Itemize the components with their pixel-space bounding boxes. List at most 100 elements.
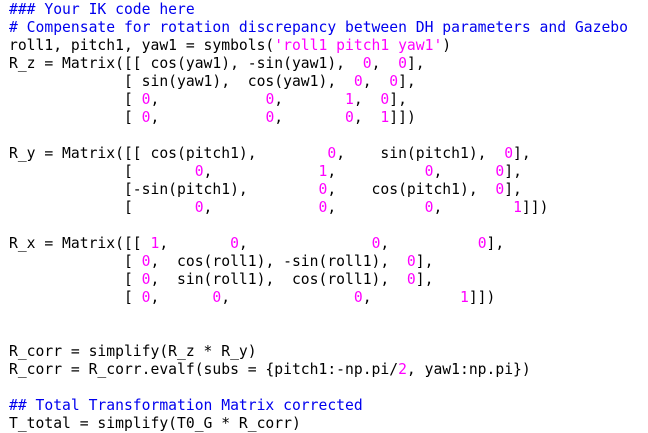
code-token-string: 'roll1 pitch1 yaw1' [274,37,443,54]
code-line: R_x = Matrix([[ 1, 0, 0, 0], [9,235,648,253]
code-token-number: 0 [327,145,337,162]
code-token-plain: roll1, pitch1, yaw1 = symbols( [9,37,275,54]
code-line: [ 0, 1, 0, 0], [9,163,648,181]
code-token-plain: , [327,199,425,216]
code-token-plain: , [353,91,381,108]
code-token-plain: [ [9,109,142,126]
code-token-number: 1 [380,109,390,126]
code-token-plain: , [362,73,390,90]
code-line: ## Total Transformation Matrix corrected [9,397,648,415]
code-token-number: 0 [406,253,416,270]
code-token-plain: [ [9,253,142,270]
code-line: [ 0, cos(roll1), -sin(roll1), 0], [9,253,648,271]
code-token-plain: ], [415,253,434,270]
code-token-plain: R_corr = simplify(R_z * R_y) [9,343,257,360]
code-token-number: 1 [345,91,354,108]
code-token-plain: [ [9,289,142,306]
code-token-plain: , [380,235,478,252]
code-line: roll1, pitch1, yaw1 = symbols('roll1 pit… [9,37,648,55]
code-token-plain: R_z = Matrix([[ cos(yaw1), -sin(yaw1), [9,55,363,72]
code-token-number: 1 [460,289,469,306]
code-token-plain: ], [415,271,434,288]
code-token-number: 0 [194,199,204,216]
code-token-number: 1 [150,235,160,252]
code-token-plain: , [274,91,346,108]
code-token-plain: , [221,289,354,306]
code-line: T_total = simplify(T0_G * R_corr) [9,415,648,433]
code-token-plain: R_x = Matrix([[ [9,235,151,252]
code-token-plain: [ [9,199,195,216]
code-line: R_z = Matrix([[ cos(yaw1), -sin(yaw1), 0… [9,55,648,73]
code-token-number: 0 [398,55,407,72]
code-token-plain: ]]) [521,199,549,216]
code-token-comment: # Compensate for rotation discrepancy be… [9,19,628,36]
code-token-plain: , [433,163,496,180]
code-token-plain: ], [486,235,505,252]
code-token-plain: R_y = Matrix([[ cos(pitch1), [9,145,328,162]
code-token-plain: ) [442,37,452,54]
code-token-plain: ], [406,55,425,72]
code-token-plain: , [150,91,266,108]
code-token-plain: , [203,163,319,180]
code-token-comment: ## Total Transformation Matrix corrected [9,397,363,414]
code-token-plain: , [327,163,425,180]
code-token-plain: , [362,289,460,306]
code-token-number: 0 [230,235,239,252]
code-line: [ sin(yaw1), cos(yaw1), 0, 0], [9,73,648,91]
code-token-number: 0 [265,91,275,108]
code-line: [ 0, 0, 0, 1]]) [9,289,648,307]
code-token-plain: , [150,109,266,126]
code-token-number: 1 [513,199,522,216]
code-line: [ 0, 0, 0, 1]]) [9,199,648,217]
code-token-number: 0 [362,55,372,72]
code-token-plain: , [274,109,346,126]
code-token-plain: , cos(roll1), -sin(roll1), [150,253,407,270]
code-token-plain: [ sin(yaw1), cos(yaw1), [9,73,354,90]
code-token-plain: ], [504,163,522,180]
code-token-plain: ]]) [468,289,496,306]
code-token-number: 0 [504,145,514,162]
code-token-plain: ], [389,91,407,108]
code-token-comment: ### Your IK code here [9,1,195,18]
code-token-plain: ], [513,145,531,162]
code-token-plain: , sin(pitch1), [336,145,505,162]
code-line: [-sin(pitch1), 0, cos(pitch1), 0], [9,181,648,199]
code-token-plain: , [238,235,372,252]
code-token-number: 0 [265,109,275,126]
code-token-plain: R_corr = R_corr.evalf(subs = {pitch1:-np… [9,361,399,378]
code-token-plain: [ [9,163,195,180]
code-token-number: 0 [380,91,390,108]
code-line: R_corr = R_corr.evalf(subs = {pitch1:-np… [9,361,648,379]
code-token-plain: [ [9,271,142,288]
code-line: # Compensate for rotation discrepancy be… [9,19,648,37]
code-line: R_corr = simplify(R_z * R_y) [9,343,648,361]
code-token-plain: , [371,55,399,72]
code-token-number: 0 [212,289,222,306]
code-token-plain: T_total = simplify(T0_G * R_corr) [9,415,301,432]
code-token-plain: , [203,199,319,216]
code-token-plain: , yaw1:np.pi}) [406,361,531,378]
code-token-plain: , [150,289,213,306]
code-token-number: 0 [406,271,416,288]
code-token-number: 0 [353,73,363,90]
code-line: ### Your IK code here [9,1,648,19]
code-token-number: 0 [495,163,505,180]
code-token-plain: , [159,235,231,252]
code-line: [ 0, 0, 0, 1]]) [9,109,648,127]
code-token-plain: [ [9,91,142,108]
code-token-plain: , [353,109,381,126]
code-token-number: 0 [353,289,363,306]
code-token-plain: , cos(pitch1), [327,181,496,198]
code-token-plain: , sin(roll1), cos(roll1), [150,271,407,288]
code-token-plain: [-sin(pitch1), [9,181,319,198]
code-token-plain: , [433,199,514,216]
code-token-plain: ], [398,73,416,90]
code-token-number: 0 [477,235,487,252]
code-line: R_y = Matrix([[ cos(pitch1), 0, sin(pitc… [9,145,648,163]
code-editor[interactable]: ### Your IK code here # Compensate for ro… [0,0,648,433]
